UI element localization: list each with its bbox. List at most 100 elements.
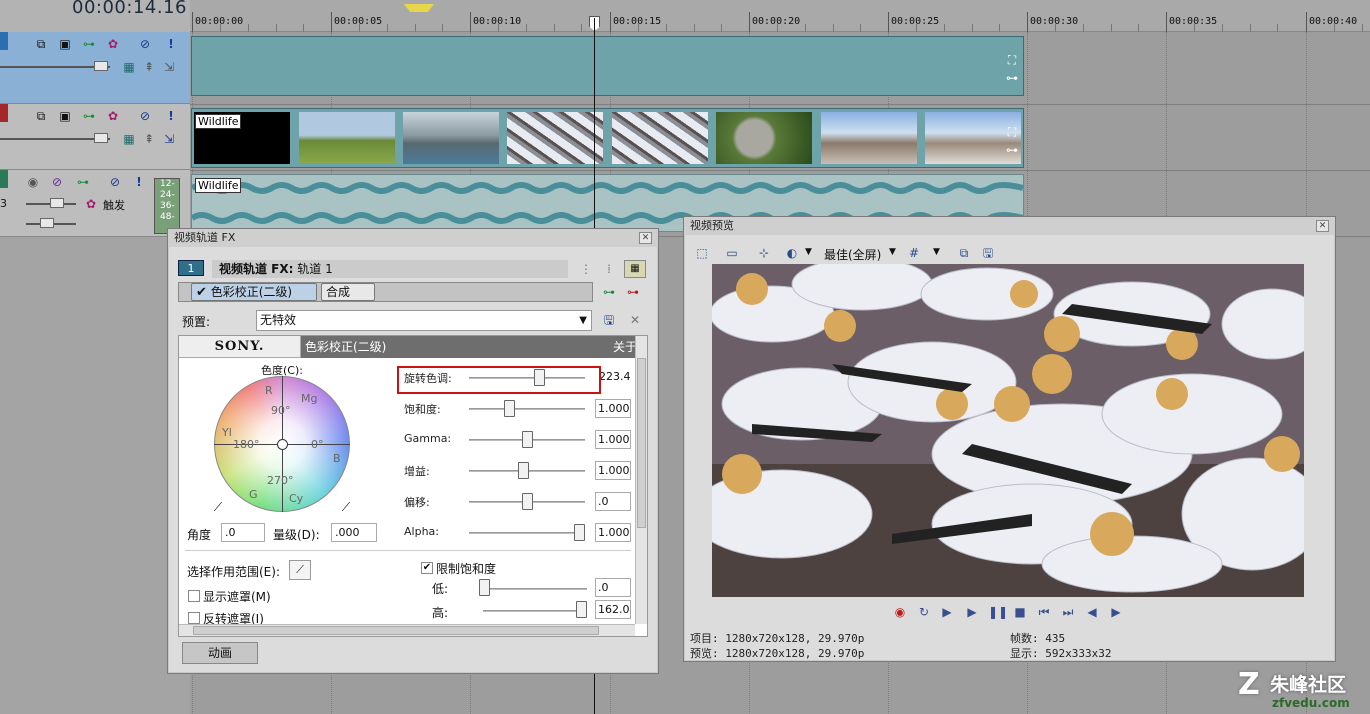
animate-button[interactable]: 动画 xyxy=(182,642,258,664)
scrollbar-thumb[interactable] xyxy=(193,626,599,635)
event-fx-icon[interactable]: ⊶ xyxy=(1005,143,1019,157)
play-from-start-icon[interactable]: ▶ xyxy=(939,604,955,620)
solo-icon[interactable]: ! xyxy=(164,37,178,51)
param-slider-knob[interactable] xyxy=(522,431,533,448)
composite-mode-icon[interactable]: ▦ xyxy=(122,132,136,146)
track-header-2[interactable]: ⧉ ▣ ⊶ ✿ ⊘ ! ▦ ⇞ ⇲ xyxy=(0,104,190,170)
automation-icon[interactable]: ✿ xyxy=(84,197,98,211)
child-icon[interactable]: ⇲ xyxy=(162,60,176,74)
loop-icon[interactable]: ↻ xyxy=(916,604,932,620)
solo-icon[interactable]: ! xyxy=(164,109,178,123)
preset-dropdown[interactable]: 无特效 ▼ xyxy=(256,310,592,331)
empty-video-event[interactable]: ⛶ ⊶ xyxy=(191,36,1024,96)
next-frame-icon[interactable]: ▶ xyxy=(1108,604,1124,620)
solo-icon[interactable]: ! xyxy=(132,175,146,189)
play-icon[interactable]: ▶ xyxy=(964,604,980,620)
quality-dropdown[interactable]: 最佳(全屏) xyxy=(824,246,881,263)
parent-icon[interactable]: ⇞ xyxy=(142,132,156,146)
timeline-ruler[interactable]: 00:00:00 00:00:05 00:00:10 00:00:15 00:00:20… xyxy=(190,0,1370,32)
chevron-down-icon[interactable]: ▼ xyxy=(889,247,896,257)
delete-preset-icon[interactable]: ✕ xyxy=(628,313,642,327)
scrollbar-thumb[interactable] xyxy=(637,358,646,528)
param-slider-knob[interactable] xyxy=(504,400,515,417)
phase-icon[interactable]: ⊘ xyxy=(50,175,64,189)
mask-icon[interactable]: ⧉ xyxy=(34,37,48,51)
vertical-scrollbar[interactable] xyxy=(635,336,647,624)
chevron-down-icon[interactable]: ▼ xyxy=(805,247,812,257)
touch-mode-label[interactable]: 触发 xyxy=(103,197,125,213)
mute-icon[interactable]: ⊘ xyxy=(108,175,122,189)
fx-chip-secondary-cc[interactable]: ✔ 色彩校正(二级) xyxy=(191,283,317,301)
pause-icon[interactable]: ❚❚ xyxy=(988,604,1008,620)
param-value-input[interactable]: 1.000 xyxy=(595,523,631,542)
mute-icon[interactable]: ⊘ xyxy=(138,37,152,51)
eyedropper-icon[interactable]: ⟋ xyxy=(211,500,225,514)
param-slider-knob[interactable] xyxy=(574,524,585,541)
high-value-input[interactable]: 162.0 xyxy=(595,600,631,619)
level-slider-knob[interactable] xyxy=(94,133,108,143)
remove-plugin-icon[interactable]: ⊶ xyxy=(626,285,640,299)
show-mask-checkbox[interactable] xyxy=(188,590,200,602)
magnitude-input[interactable]: .000 xyxy=(331,523,377,542)
about-link[interactable]: 关于 xyxy=(613,336,637,358)
param-value-input[interactable]: 1.000 xyxy=(595,399,631,418)
param-slider-knob[interactable] xyxy=(518,462,529,479)
project-properties-icon[interactable]: ⬚ xyxy=(694,245,710,261)
grid-icon[interactable]: # xyxy=(906,245,922,261)
pan-crop-icon[interactable]: ⛶ xyxy=(1005,53,1019,67)
invert-mask-checkbox[interactable] xyxy=(188,612,200,624)
select-range-eyedropper-button[interactable]: ⟋ xyxy=(289,560,311,580)
fx-chain-icon[interactable]: ⊶ xyxy=(82,109,96,123)
list-view-icon[interactable]: ⁞ xyxy=(602,262,616,276)
record-icon[interactable]: ◉ xyxy=(892,604,908,620)
volume-slider-knob[interactable] xyxy=(50,198,64,208)
overlay-icon[interactable]: ◐ xyxy=(784,245,800,261)
level-slider-knob[interactable] xyxy=(94,61,108,71)
param-value-input[interactable]: 1.000 xyxy=(595,430,631,449)
mute-icon[interactable]: ⊘ xyxy=(138,109,152,123)
gear-icon[interactable]: ✿ xyxy=(106,37,120,51)
track-motion-icon[interactable]: ▣ xyxy=(58,37,72,51)
wheel-center-handle[interactable] xyxy=(277,439,288,450)
plugin-chain-icon[interactable]: ⊶ xyxy=(602,285,616,299)
record-arm-icon[interactable]: ◉ xyxy=(26,175,40,189)
go-to-end-icon[interactable]: ⏭ xyxy=(1060,604,1076,620)
stop-icon[interactable]: ■ xyxy=(1012,604,1028,620)
go-to-start-icon[interactable]: ⏮ xyxy=(1036,604,1052,620)
low-slider-knob[interactable] xyxy=(479,579,490,596)
gear-icon[interactable]: ✿ xyxy=(106,109,120,123)
save-snapshot-icon[interactable]: 🖫 xyxy=(980,245,996,261)
pan-slider-knob[interactable] xyxy=(40,218,54,228)
event-fx-icon[interactable]: ⊶ xyxy=(1005,71,1019,85)
external-monitor-icon[interactable]: ▭ xyxy=(724,245,740,261)
fx-chip-composite[interactable]: 合成 xyxy=(321,283,375,301)
composite-mode-icon[interactable]: ▦ xyxy=(122,60,136,74)
close-button[interactable]: ✕ xyxy=(1316,220,1329,232)
horizontal-scrollbar[interactable] xyxy=(179,624,635,636)
fx-chain-icon[interactable]: ⊶ xyxy=(76,175,90,189)
grid-view-icon[interactable]: ▦ xyxy=(624,260,646,278)
video-event-wildlife[interactable]: Wildlife ⛶ ⊶ xyxy=(191,108,1024,168)
eyedropper-icon[interactable]: ⟋ xyxy=(339,500,353,514)
track-header-audio[interactable]: ◉ ⊘ ⊶ ⊘ ! 3 ✿ 触发 12- 24- 36- 48- xyxy=(0,170,190,237)
high-slider-knob[interactable] xyxy=(576,601,587,618)
low-value-input[interactable]: .0 xyxy=(595,578,631,597)
angle-input[interactable]: .0 xyxy=(221,523,265,542)
copy-snapshot-icon[interactable]: ⧉ xyxy=(956,245,972,261)
pan-crop-icon[interactable]: ⛶ xyxy=(1005,125,1019,139)
chevron-down-icon[interactable]: ▼ xyxy=(933,247,940,257)
prev-frame-icon[interactable]: ◀ xyxy=(1084,604,1100,620)
limit-saturation-checkbox[interactable]: ✔ xyxy=(421,562,433,574)
save-preset-icon[interactable]: 🖫 xyxy=(602,313,616,327)
parent-icon[interactable]: ⇞ xyxy=(142,60,156,74)
close-button[interactable]: ✕ xyxy=(639,232,652,244)
param-value-input[interactable]: 223.4 xyxy=(597,368,633,387)
split-screen-icon[interactable]: ⊹ xyxy=(756,245,772,261)
param-value-input[interactable]: .0 xyxy=(595,492,631,511)
mask-icon[interactable]: ⧉ xyxy=(34,109,48,123)
param-slider-knob[interactable] xyxy=(522,493,533,510)
track-header-1[interactable]: ⧉ ▣ ⊶ ✿ ⊘ ! ▦ ⇞ ⇲ xyxy=(0,32,190,104)
fx-chain-icon[interactable]: ⊶ xyxy=(82,37,96,51)
child-icon[interactable]: ⇲ xyxy=(162,132,176,146)
param-value-input[interactable]: 1.000 xyxy=(595,461,631,480)
